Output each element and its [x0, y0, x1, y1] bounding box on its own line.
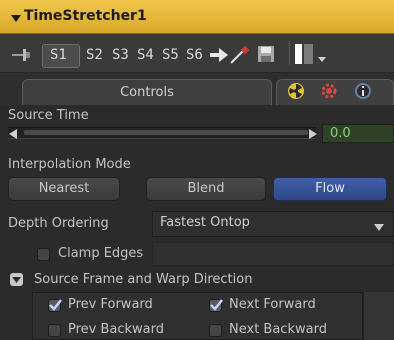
gear-icon[interactable]: [320, 82, 338, 100]
interpolation-blend-button[interactable]: Blend: [146, 177, 266, 201]
slot-button-s4[interactable]: S4: [137, 47, 154, 63]
radioactive-icon[interactable]: [288, 83, 304, 99]
chevron-down-icon[interactable]: [318, 52, 326, 62]
prev-forward-label: Prev Forward: [68, 297, 153, 312]
slider-left-arrow-icon[interactable]: [9, 128, 17, 139]
prev-forward-checkbox[interactable]: [48, 299, 62, 312]
pin-icon[interactable]: [12, 47, 32, 63]
interpolation-flow-button[interactable]: Flow: [273, 177, 387, 201]
panel-layout-icon[interactable]: [295, 44, 313, 64]
depth-ordering-value: Fastest Ontop: [160, 215, 250, 230]
slider-groove: [24, 130, 308, 135]
group-collapse-icon[interactable]: [10, 273, 23, 286]
next-backward-label: Next Backward: [229, 322, 327, 337]
tab-controls[interactable]: Controls: [22, 79, 272, 105]
next-forward-label: Next Forward: [229, 297, 316, 312]
interpolation-mode-label: Interpolation Mode: [8, 157, 131, 172]
info-icon[interactable]: [354, 82, 372, 100]
source-time-value[interactable]: 0.0: [322, 124, 394, 143]
slot-button-s5[interactable]: S5: [162, 47, 179, 63]
clamp-edges-label: Clamp Edges: [58, 246, 144, 261]
toolbar-divider: [289, 41, 290, 65]
clamp-edges-row-field: [152, 242, 394, 266]
source-time-label: Source Time: [8, 108, 89, 123]
prev-backward-label: Prev Backward: [68, 322, 165, 337]
collapse-arrow-icon[interactable]: [11, 12, 21, 22]
slot-button-s6[interactable]: S6: [186, 47, 203, 63]
keyframe-icon[interactable]: [228, 44, 250, 66]
slider-right-arrow-icon[interactable]: [309, 128, 317, 139]
interpolation-nearest-button[interactable]: Nearest: [8, 177, 120, 201]
source-frame-group-label: Source Frame and Warp Direction: [34, 272, 253, 287]
slot-button-s2[interactable]: S2: [86, 47, 103, 63]
save-icon[interactable]: [257, 45, 275, 63]
group-side-panel: [363, 292, 394, 340]
next-forward-checkbox[interactable]: [209, 299, 223, 312]
slot-button-s1[interactable]: S1: [50, 47, 67, 63]
depth-ordering-label: Depth Ordering: [8, 216, 109, 231]
prev-backward-checkbox[interactable]: [48, 324, 61, 337]
node-title: TimeStretcher1: [24, 8, 147, 24]
apply-arrow-icon[interactable]: [210, 46, 230, 64]
clamp-edges-checkbox[interactable]: [37, 248, 50, 261]
slot-button-s3[interactable]: S3: [112, 47, 129, 63]
chevron-down-icon[interactable]: [374, 221, 384, 231]
next-backward-checkbox[interactable]: [209, 324, 222, 337]
